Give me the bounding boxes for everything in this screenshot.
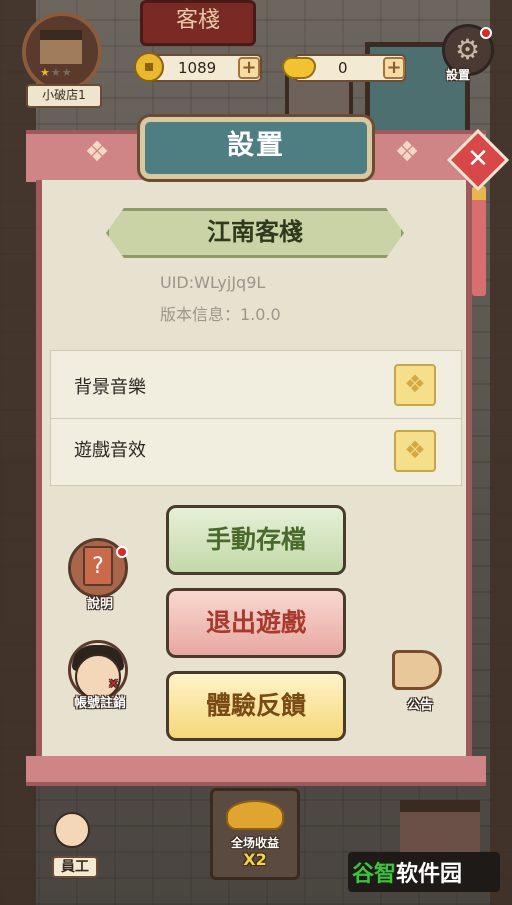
- dialog-bottom-rail: [26, 756, 486, 786]
- announcement-label: 公告: [406, 698, 433, 713]
- account-cancel-label: 帳號註銷: [73, 696, 126, 711]
- settings-label: 設置: [446, 68, 471, 82]
- star-icon: ★: [61, 66, 73, 79]
- uid-text: UID:WLyjJq9L: [160, 273, 266, 292]
- add-coins-button[interactable]: +: [238, 57, 260, 79]
- notification-dot: [480, 27, 492, 39]
- help-label: 說明: [86, 597, 113, 612]
- sfx-toggle[interactable]: ❖: [394, 430, 436, 472]
- tassel-decoration: [472, 186, 486, 296]
- inn-sign: 客棧: [140, 0, 256, 46]
- sfx-label: 遊戲音效: [74, 440, 146, 461]
- star-icon: ★: [50, 66, 62, 79]
- staff-avatar-icon[interactable]: [54, 812, 90, 848]
- watermark-part1: 谷智: [352, 862, 397, 887]
- staff-button[interactable]: 員工: [52, 856, 98, 878]
- help-notification-dot: [116, 546, 128, 558]
- row-divider: [50, 418, 462, 419]
- manual-save-button[interactable]: 手動存檔: [166, 505, 346, 575]
- announcement-horn-icon[interactable]: [392, 650, 442, 690]
- bgm-label: 背景音樂: [74, 377, 146, 398]
- watermark-text: 谷智软件园: [352, 856, 462, 888]
- close-icon[interactable]: ✕: [456, 137, 500, 181]
- coin-value: 1089: [178, 59, 217, 77]
- version-text: 版本信息：1.0.0: [160, 305, 281, 324]
- flower-ornament-icon: ❖: [84, 135, 110, 168]
- earnings-multiplier: X2: [243, 850, 267, 869]
- watermark-part2: 软件园: [396, 862, 463, 887]
- coin-icon: [134, 52, 164, 82]
- cancel-x-icon: ✕: [108, 677, 119, 692]
- coin-pile-icon: [226, 800, 284, 830]
- ingot-value: 0: [338, 59, 348, 77]
- dialog-title: 設置: [227, 130, 285, 161]
- inn-name: 江南客棧: [207, 217, 303, 246]
- flower-ornament-icon: ❖: [394, 135, 420, 168]
- exit-game-button[interactable]: 退出遊戲: [166, 588, 346, 658]
- feedback-button[interactable]: 體驗反饋: [166, 671, 346, 741]
- bgm-toggle[interactable]: ❖: [394, 364, 436, 406]
- add-ingots-button[interactable]: +: [383, 57, 405, 79]
- gear-icon: ⚙: [455, 33, 481, 66]
- help-tag-icon: ?: [83, 546, 113, 586]
- shop-name: 小破店1: [26, 84, 102, 108]
- shop-stars: ★★★: [40, 66, 73, 79]
- gold-ingot-icon: [282, 57, 316, 79]
- earnings-title: 全场收益: [230, 836, 279, 850]
- star-icon: ★: [40, 66, 51, 79]
- house-icon: [40, 30, 82, 64]
- building-right: [490, 0, 512, 905]
